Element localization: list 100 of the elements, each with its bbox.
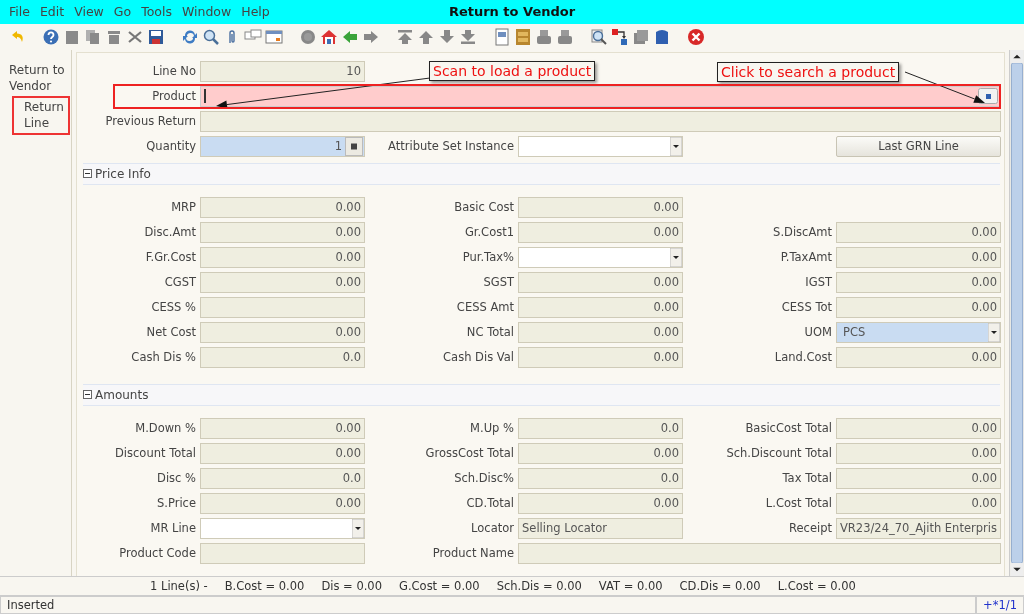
record-indicator[interactable]: +*1/1 [976,596,1024,614]
field-label: CESS % [151,300,196,315]
menu-item[interactable]: Edit [34,4,70,20]
field-label: CESS Tot [781,300,832,315]
section-title[interactable]: Amounts [95,387,149,402]
field-label: L.Cost Total [765,496,832,511]
dropdown-field[interactable] [518,246,683,268]
section-title[interactable]: Price Info [95,166,151,181]
collapse-icon[interactable] [83,390,92,400]
text-field[interactable]: 0.0 [518,467,683,489]
text-field[interactable]: 0.00 [836,442,1001,464]
text-field[interactable]: 0.00 [200,246,365,268]
database-icon[interactable] [653,27,671,46]
summary-text: CD.Dis = 0.00 [679,579,761,593]
tab[interactable]: Return to Vendor [6,61,71,94]
caret-icon[interactable] [988,322,1000,342]
collapse-icon[interactable] [83,169,92,179]
field-label: Discount Total [115,446,196,461]
summary-text: L.Cost = 0.00 [777,579,856,593]
field-label: S.Price [157,496,196,511]
field-label: Product Name [432,546,514,561]
circle-icon[interactable] [299,27,317,46]
text-field[interactable]: Selling Locator [518,517,683,539]
last-grn-line-button[interactable]: Last GRN Line [836,135,1001,157]
text-field[interactable]: 0.00 [200,492,365,514]
text-field[interactable] [518,542,1001,564]
text-field[interactable]: 0.00 [518,221,683,243]
text-field[interactable]: 0.00 [200,196,365,218]
field-label: Basic Cost [454,200,514,215]
text-field[interactable]: 0.00 [836,492,1001,514]
text-field[interactable]: 0.0 [200,467,365,489]
menu-item[interactable]: Go [108,4,137,20]
text-field[interactable]: 0.00 [518,492,683,514]
text-field[interactable]: 0.00 [518,271,683,293]
text-field[interactable]: 0.00 [200,221,365,243]
stack-icon[interactable] [632,27,650,46]
text-field[interactable]: VR23/24_70_Ajith Enterpris [836,517,1001,539]
text-field[interactable]: 0.00 [518,321,683,343]
field-label: GrossCost Total [425,446,514,461]
dropdown-field[interactable]: PCS [836,321,1001,343]
text-field[interactable]: 0.00 [836,271,1001,293]
dropdown-field[interactable] [200,517,365,539]
down-arrow-icon[interactable] [438,27,456,46]
printer-icon[interactable] [535,27,553,46]
printer-icon[interactable] [556,27,574,46]
last-icon[interactable] [459,27,477,46]
copy-icon[interactable] [84,27,102,46]
document-icon[interactable] [493,27,511,46]
close-icon[interactable] [687,27,705,46]
text-field[interactable]: 0.00 [200,442,365,464]
field-label: M.Up % [470,421,514,436]
scroll-down-icon[interactable] [1010,563,1024,576]
text-field[interactable]: 0.00 [836,346,1001,368]
field-label: CD.Total [466,496,514,511]
text-field[interactable]: 0.00 [836,467,1001,489]
text-field[interactable]: 0.00 [836,417,1001,439]
caret-icon[interactable] [670,136,682,156]
text-field[interactable]: 0.0 [518,417,683,439]
scrollbar-thumb[interactable] [1010,62,1024,564]
text-field[interactable] [200,542,365,564]
caret-icon[interactable] [670,247,682,267]
text-field[interactable]: 0.00 [518,442,683,464]
menu-item[interactable]: File [4,4,35,20]
field-label: Previous Return [105,114,196,129]
field-label: Cash Dis Val [443,350,514,365]
field-label: Attribute Set Instance [388,139,514,154]
field-label: Net Cost [146,325,196,340]
text-field[interactable]: 0.00 [518,346,683,368]
menu-item[interactable]: Help [236,4,275,20]
text-field[interactable] [200,110,1001,132]
text-field[interactable]: 0.00 [836,221,1001,243]
text-field[interactable]: 0.00 [836,246,1001,268]
help-icon[interactable] [42,27,60,46]
summary-text: B.Cost = 0.00 [224,579,305,593]
home-icon[interactable] [320,27,338,46]
calendar-icon[interactable] [265,27,283,46]
menu-item[interactable]: Tools [136,4,177,20]
text-field[interactable]: 0.00 [200,271,365,293]
dropdown-field[interactable] [518,135,683,157]
menu-item[interactable]: View [69,4,109,20]
text-field[interactable]: 0.00 [518,296,683,318]
text-field[interactable]: 0.00 [836,296,1001,318]
transfer-icon[interactable] [611,27,629,46]
text-field[interactable] [200,296,365,318]
field-label: Cash Dis % [131,350,196,365]
stepper-icon[interactable] [345,136,363,156]
save-icon[interactable] [147,27,165,46]
field-label: Receipt [789,521,832,536]
text-field[interactable]: 0.00 [200,417,365,439]
caret-icon[interactable] [352,518,364,538]
tab[interactable]: Return Line [12,95,70,135]
cabinet-icon[interactable] [514,27,532,46]
text-field[interactable]: 0.00 [200,321,365,343]
number-field[interactable]: 1 [200,135,365,157]
menu-item[interactable]: Window [176,4,237,20]
text-field[interactable]: 0.0 [200,346,365,368]
text-field[interactable]: 10 [200,60,365,82]
text-field[interactable]: 0.00 [518,196,683,218]
first-icon[interactable] [396,27,414,46]
zoom-document-icon[interactable] [590,27,608,46]
